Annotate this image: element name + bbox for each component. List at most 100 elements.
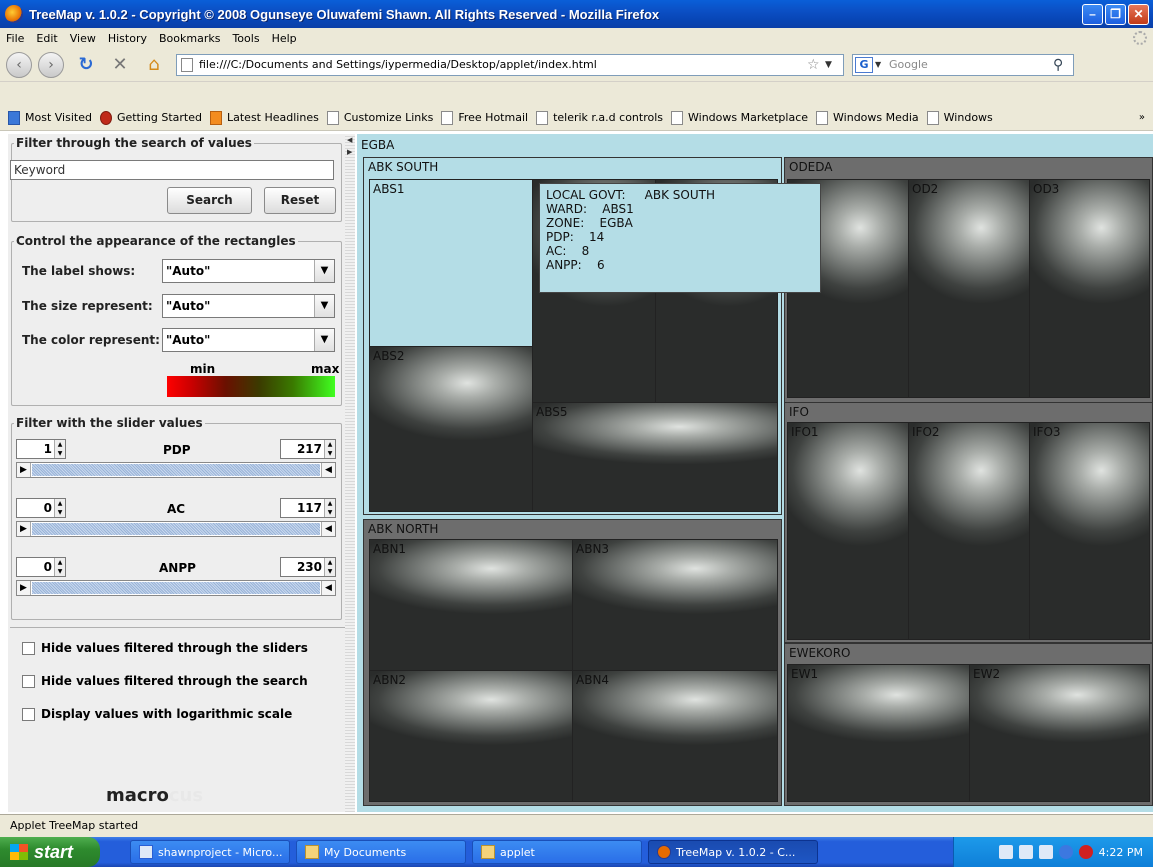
close-button[interactable]: ✕	[1128, 3, 1149, 25]
cell-od3[interactable]: OD3	[1029, 179, 1150, 398]
slider-range-fill[interactable]	[32, 464, 320, 476]
cell-od2[interactable]: OD2	[908, 179, 1030, 398]
cell-ifo2[interactable]: IFO2	[908, 422, 1030, 640]
menu-bookmarks[interactable]: Bookmarks	[153, 32, 226, 45]
pdp-max-spinner[interactable]: 217 ▲ ▼	[280, 439, 336, 459]
cell-ew2[interactable]: EW2	[969, 664, 1150, 802]
spinner-arrows-icon[interactable]: ▲ ▼	[54, 440, 65, 458]
expand-right-icon[interactable]: ▶	[347, 148, 352, 156]
minimize-button[interactable]: –	[1082, 3, 1103, 25]
menu-history[interactable]: History	[102, 32, 153, 45]
task-applet[interactable]: applet	[472, 840, 642, 864]
ac-max-spinner[interactable]: 117 ▲ ▼	[280, 498, 336, 518]
reset-button[interactable]: Reset	[264, 187, 336, 214]
bookmark-windows-media[interactable]: Windows Media	[816, 110, 919, 125]
search-button[interactable]: Search	[167, 187, 252, 214]
bookmark-free-hotmail[interactable]: Free Hotmail	[441, 110, 528, 125]
collapse-left-icon[interactable]: ◀	[347, 136, 352, 144]
slider-right-handle[interactable]: ◀	[321, 463, 335, 477]
slider-range-fill[interactable]	[32, 582, 320, 594]
spinner-arrows-icon[interactable]: ▲ ▼	[324, 558, 335, 576]
bookmark-customize-links[interactable]: Customize Links	[326, 110, 433, 125]
pdp-range-slider[interactable]: ▶ ◀	[16, 462, 336, 478]
chevron-down-icon[interactable]: ▼	[314, 260, 334, 282]
magnifier-icon[interactable]: ⚲	[1053, 57, 1073, 73]
help-tray-icon[interactable]	[1038, 845, 1053, 859]
chevron-down-icon[interactable]: ▼	[314, 295, 334, 317]
anpp-max-spinner[interactable]: 230 ▲ ▼	[280, 557, 336, 577]
slider-right-handle[interactable]: ◀	[321, 522, 335, 536]
spinner-arrows-icon[interactable]: ▲ ▼	[324, 440, 335, 458]
spinner-arrows-icon[interactable]: ▲ ▼	[324, 499, 335, 517]
slider-left-handle[interactable]: ▶	[17, 463, 31, 477]
size-represent-select[interactable]: "Auto" ▼	[162, 294, 335, 318]
url-bar[interactable]: file:///C:/Documents and Settings/iyperm…	[176, 53, 844, 76]
chevron-down-icon[interactable]: ▼	[314, 329, 334, 351]
cell-abn1[interactable]: ABN1	[369, 539, 573, 671]
checkbox-box[interactable]	[22, 707, 35, 721]
reload-icon[interactable]: ↻	[74, 53, 98, 77]
hide-search-filtered-checkbox[interactable]: Hide values filtered through the search	[22, 674, 308, 688]
google-icon[interactable]: G	[855, 56, 873, 73]
maximize-button[interactable]: ❐	[1105, 3, 1126, 25]
keyboard-tray-icon[interactable]	[1018, 845, 1033, 859]
color-represent-select[interactable]: "Auto" ▼	[162, 328, 335, 352]
home-icon[interactable]: ⌂	[142, 53, 166, 77]
log-scale-checkbox[interactable]: Display values with logarithmic scale	[22, 707, 292, 721]
bookmark-windows-marketplace[interactable]: Windows Marketplace	[671, 110, 808, 125]
slider-right-handle[interactable]: ◀	[321, 581, 335, 595]
url-dropdown-icon[interactable]: ▼	[825, 60, 843, 70]
bookmark-telerik[interactable]: telerik r.a.d controls	[536, 110, 663, 125]
spinner-arrows-icon[interactable]: ▲ ▼	[54, 499, 65, 517]
cell-abs2[interactable]: ABS2	[369, 346, 533, 512]
pen-tray-icon[interactable]	[998, 845, 1013, 859]
keyword-input[interactable]: Keyword	[10, 160, 334, 180]
slider-left-handle[interactable]: ▶	[17, 522, 31, 536]
label-shows-select[interactable]: "Auto" ▼	[162, 259, 335, 283]
cell-abn2[interactable]: ABN2	[369, 670, 573, 802]
cell-abn3[interactable]: ABN3	[572, 539, 778, 671]
bookmark-getting-started[interactable]: Getting Started	[99, 110, 202, 125]
panel-splitter[interactable]: ◀ ▶	[345, 134, 355, 812]
menu-edit[interactable]: Edit	[30, 32, 63, 45]
menu-file[interactable]: File	[0, 32, 30, 45]
menu-tools[interactable]: Tools	[226, 32, 265, 45]
forward-button[interactable]: ›	[38, 51, 64, 78]
cell-abs1[interactable]: ABS1	[369, 179, 533, 347]
spinner-arrows-icon[interactable]: ▲ ▼	[54, 558, 65, 576]
cell-ifo1[interactable]: IFO1	[787, 422, 909, 640]
search-bar[interactable]: G ▼ Google ⚲	[852, 53, 1074, 76]
security-shield-icon[interactable]	[1078, 845, 1093, 859]
task-my-documents[interactable]: My Documents	[296, 840, 466, 864]
bookmark-star-icon[interactable]: ☆	[807, 57, 825, 73]
anpp-range-slider[interactable]: ▶ ◀	[16, 580, 336, 596]
menu-help[interactable]: Help	[266, 32, 303, 45]
search-engine-dropdown-icon[interactable]: ▼	[875, 60, 885, 69]
task-treemap-firefox[interactable]: TreeMap v. 1.0.2 - C...	[648, 840, 818, 864]
ac-min-spinner[interactable]: 0 ▲ ▼	[16, 498, 66, 518]
bookmark-most-visited[interactable]: Most Visited	[8, 110, 92, 125]
checkbox-box[interactable]	[22, 641, 35, 655]
slider-range-fill[interactable]	[32, 523, 320, 535]
anpp-min-spinner[interactable]: 0 ▲ ▼	[16, 557, 66, 577]
checkbox-box[interactable]	[22, 674, 35, 688]
bookmark-latest-headlines[interactable]: Latest Headlines	[210, 110, 319, 125]
cell-ew1[interactable]: EW1	[787, 664, 970, 802]
task-shawnproject[interactable]: shawnproject - Micro...	[130, 840, 290, 864]
pdp-min-spinner[interactable]: 1 ▲ ▼	[16, 439, 66, 459]
start-button[interactable]: start	[0, 837, 100, 867]
slider-left-handle[interactable]: ▶	[17, 581, 31, 595]
page-icon	[926, 110, 939, 125]
cell-ifo3[interactable]: IFO3	[1029, 422, 1150, 640]
chevron-more-icon[interactable]: »	[1139, 112, 1145, 123]
back-button[interactable]: ‹	[6, 51, 32, 78]
bookmark-windows[interactable]: Windows	[926, 110, 993, 125]
stop-icon[interactable]: ✕	[108, 53, 132, 77]
menu-view[interactable]: View	[64, 32, 102, 45]
taskbar: start shawnproject - Micro... My Documen…	[0, 837, 1153, 867]
cell-abs5[interactable]: ABS5	[532, 402, 778, 512]
cell-abn4[interactable]: ABN4	[572, 670, 778, 802]
hide-slider-filtered-checkbox[interactable]: Hide values filtered through the sliders	[22, 641, 308, 655]
ac-range-slider[interactable]: ▶ ◀	[16, 521, 336, 537]
network-tray-icon[interactable]	[1058, 845, 1073, 859]
